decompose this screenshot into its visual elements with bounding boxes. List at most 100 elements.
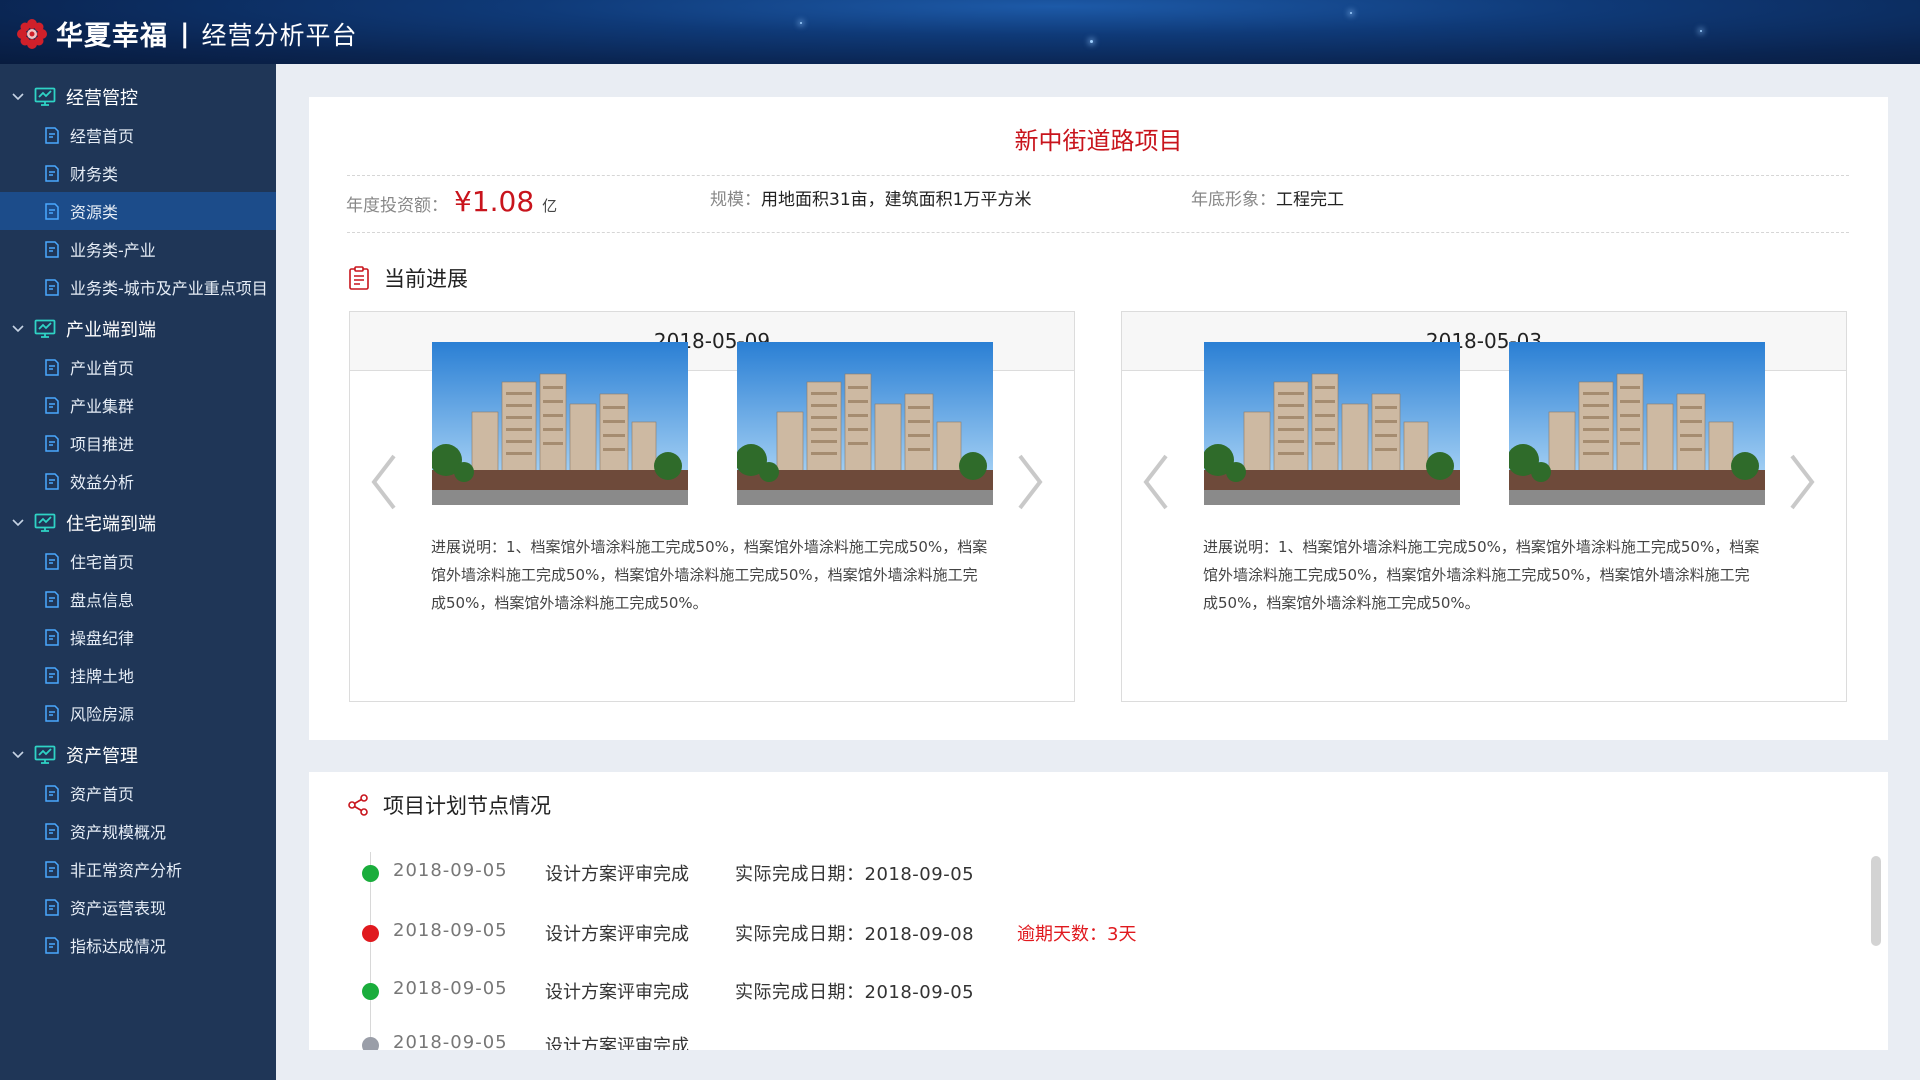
- node-date: 2018-09-05: [393, 860, 508, 881]
- node-name: 设计方案评审完成: [545, 982, 689, 1003]
- status-dot: [362, 865, 379, 882]
- investment-value: ¥1.08: [454, 185, 535, 218]
- plan-section-title: 项目计划节点情况: [383, 794, 551, 818]
- carousel-prev-button[interactable]: [364, 450, 404, 514]
- sidebar-item-abnormal-assets[interactable]: 非正常资产分析: [0, 850, 276, 888]
- scale-value: 用地面积31亩，建筑面积1万平方米: [761, 190, 1032, 210]
- document-edit-icon: [44, 358, 60, 376]
- sidebar-item-listed-land[interactable]: 挂牌土地: [0, 656, 276, 694]
- document-edit-icon: [44, 860, 60, 878]
- status-dot: [362, 925, 379, 942]
- plan-section-header: 项目计划节点情况: [347, 790, 551, 820]
- monitor-chart-icon: [34, 319, 56, 339]
- sidebar-item-label: 挂牌土地: [70, 667, 135, 686]
- document-edit-icon: [44, 552, 60, 570]
- node-name: 设计方案评审完成: [545, 864, 689, 885]
- sidebar-item-business-industry[interactable]: 业务类-产业: [0, 230, 276, 268]
- monitor-chart-icon: [34, 87, 56, 107]
- sidebar-group-label: 产业端到端: [66, 320, 156, 341]
- decor-star: [1350, 12, 1352, 14]
- sidebar-item-label: 经营首页: [70, 127, 135, 146]
- progress-photo[interactable]: [432, 342, 688, 505]
- project-card: 新中街道路项目 年度投资额： ¥1.08 亿 规模： 用地面积31亩，建筑面积1…: [309, 97, 1888, 740]
- document-edit-icon: [44, 822, 60, 840]
- brand-flower-icon: [16, 18, 48, 50]
- scale-label: 规模：: [710, 190, 761, 210]
- document-edit-icon: [44, 590, 60, 608]
- node-actual-date: 实际完成日期：2018-09-05: [735, 864, 975, 885]
- sidebar-item-resources[interactable]: 资源类: [0, 192, 276, 230]
- node-date: 2018-09-05: [393, 1032, 508, 1050]
- sidebar-item-project-advance[interactable]: 项目推进: [0, 424, 276, 462]
- chevron-down-icon: [12, 749, 24, 761]
- node-name: 设计方案评审完成: [545, 1036, 689, 1050]
- sidebar-item-label: 资产运营表现: [70, 899, 167, 918]
- sidebar-item-operation-discipline[interactable]: 操盘纪律: [0, 618, 276, 656]
- sidebar-item-asset-home[interactable]: 资产首页: [0, 774, 276, 812]
- progress-panel: 2018-05-09 进展说明：1、档案馆外墙涂料施工完成50%，档案馆外墙涂料…: [349, 311, 1075, 702]
- status-dot: [362, 983, 379, 1000]
- sidebar-item-operations-home[interactable]: 经营首页: [0, 116, 276, 154]
- sidebar-item-finance[interactable]: 财务类: [0, 154, 276, 192]
- carousel-next-button[interactable]: [1010, 450, 1050, 514]
- year-end-image: 年底形象： 工程完工: [1191, 185, 1344, 210]
- monitor-chart-icon: [34, 745, 56, 765]
- investment-unit: 亿: [542, 197, 558, 215]
- project-title: 新中街道路项目: [1014, 127, 1183, 155]
- document-edit-icon: [44, 396, 60, 414]
- document-edit-icon: [44, 784, 60, 802]
- progress-photo[interactable]: [737, 342, 993, 505]
- sidebar-item-asset-operation[interactable]: 资产运营表现: [0, 888, 276, 926]
- platform-name: 经营分析平台: [201, 20, 358, 50]
- sidebar-group-asset-management[interactable]: 资产管理: [0, 736, 276, 774]
- sidebar: 经营管控 经营首页 财务类 资源类 业务类-产业 业务类-城市及产业重点项目 产…: [0, 64, 276, 1080]
- sidebar-item-label: 业务类-产业: [70, 241, 156, 260]
- sidebar-group-industry-e2e[interactable]: 产业端到端: [0, 310, 276, 348]
- sidebar-item-asset-scale[interactable]: 资产规模概况: [0, 812, 276, 850]
- decor-star: [800, 22, 802, 24]
- document-edit-icon: [44, 202, 60, 220]
- divider: [347, 232, 1849, 233]
- sidebar-group-operations[interactable]: 经营管控: [0, 78, 276, 116]
- sidebar-group-label: 资产管理: [66, 746, 138, 767]
- document-edit-icon: [44, 434, 60, 452]
- timeline-node: 2018-09-05 设计方案评审完成 实际完成日期：2018-09-08 逾期…: [309, 918, 1888, 948]
- timeline-node: 2018-09-05 设计方案评审完成 实际完成日期：2018-09-05: [309, 858, 1888, 888]
- progress-photo[interactable]: [1509, 342, 1765, 505]
- sidebar-item-target-achievement[interactable]: 指标达成情况: [0, 926, 276, 964]
- divider: [347, 175, 1849, 176]
- investment-label: 年度投资额：: [346, 196, 448, 216]
- document-edit-icon: [44, 240, 60, 258]
- progress-section-header: 当前进展: [348, 263, 468, 293]
- sidebar-item-residential-home[interactable]: 住宅首页: [0, 542, 276, 580]
- progress-photo[interactable]: [1204, 342, 1460, 505]
- sidebar-item-inventory-info[interactable]: 盘点信息: [0, 580, 276, 618]
- carousel-next-button[interactable]: [1782, 450, 1822, 514]
- monitor-chart-icon: [34, 513, 56, 533]
- top-header: 华夏幸福 | 经营分析平台: [0, 0, 1920, 64]
- sidebar-item-label: 指标达成情况: [70, 937, 167, 956]
- document-edit-icon: [44, 666, 60, 684]
- sidebar-item-label: 项目推进: [70, 435, 135, 454]
- sidebar-item-risk-housing[interactable]: 风险房源: [0, 694, 276, 732]
- image-label: 年底形象：: [1191, 190, 1276, 210]
- annual-investment: 年度投资额： ¥1.08 亿: [346, 185, 557, 218]
- vertical-scrollbar[interactable]: [1871, 856, 1881, 946]
- sidebar-item-business-city[interactable]: 业务类-城市及产业重点项目: [0, 268, 276, 306]
- carousel-prev-button[interactable]: [1136, 450, 1176, 514]
- sidebar-item-industry-cluster[interactable]: 产业集群: [0, 386, 276, 424]
- decor-star: [1700, 30, 1702, 32]
- node-overdue: 逾期天数：3天: [1017, 924, 1137, 945]
- timeline-node: 2018-09-05 设计方案评审完成: [309, 1030, 1888, 1050]
- brand-name: 华夏幸福: [56, 21, 168, 52]
- document-edit-icon: [44, 278, 60, 296]
- app-logo[interactable]: 华夏幸福 | 经营分析平台: [16, 14, 358, 53]
- sidebar-group-residential-e2e[interactable]: 住宅端到端: [0, 504, 276, 542]
- project-scale: 规模： 用地面积31亩，建筑面积1万平方米: [710, 185, 1031, 210]
- sidebar-item-industry-home[interactable]: 产业首页: [0, 348, 276, 386]
- document-edit-icon: [44, 704, 60, 722]
- sidebar-item-benefit-analysis[interactable]: 效益分析: [0, 462, 276, 500]
- share-nodes-icon: [347, 793, 369, 817]
- sidebar-item-label: 风险房源: [70, 705, 135, 724]
- progress-description: 进展说明：1、档案馆外墙涂料施工完成50%，档案馆外墙涂料施工完成50%，档案馆…: [431, 538, 988, 612]
